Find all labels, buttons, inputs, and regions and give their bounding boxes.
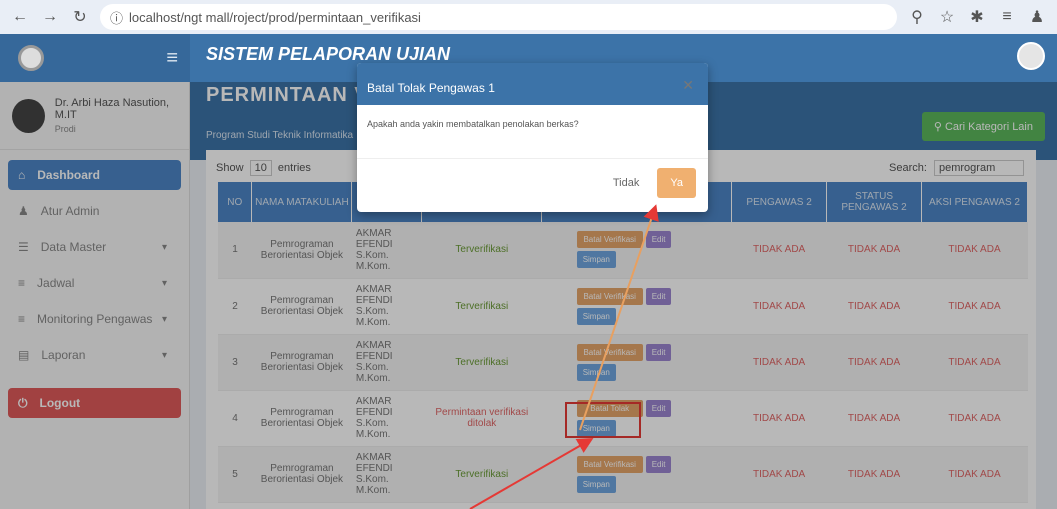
zoom-icon[interactable]: ⚲	[907, 7, 927, 27]
cancel-button[interactable]: Tidak	[603, 169, 650, 197]
forward-icon[interactable]: →	[40, 8, 60, 26]
modal-body: Apakah anda yakin membatalkan penolakan …	[357, 105, 708, 159]
address-bar[interactable]: ⓘ localhost/ngt mall/roject/prod/permint…	[100, 4, 897, 30]
modal-header: Batal Tolak Pengawas 1 ✕	[357, 63, 708, 105]
profile-icon[interactable]: ♟	[1027, 7, 1047, 27]
star-icon[interactable]: ☆	[937, 7, 957, 27]
header-avatar[interactable]	[1017, 42, 1045, 70]
reading-list-icon[interactable]: ≡	[997, 8, 1017, 26]
menu-toggle-icon[interactable]: ≡	[166, 47, 178, 70]
browser-toolbar: ← → ↻ ⓘ localhost/ngt mall/roject/prod/p…	[0, 0, 1057, 34]
extensions-icon[interactable]: ✱	[967, 7, 987, 27]
reload-icon[interactable]: ↻	[70, 7, 90, 27]
app-title: SISTEM PELAPORAN UJIAN	[206, 44, 451, 64]
logo-icon	[18, 45, 44, 71]
close-icon[interactable]: ✕	[682, 77, 694, 94]
confirm-modal: Batal Tolak Pengawas 1 ✕ Apakah anda yak…	[357, 63, 708, 212]
modal-title: Batal Tolak Pengawas 1	[367, 81, 495, 95]
confirm-button[interactable]: Ya	[657, 168, 696, 198]
back-icon[interactable]: ←	[10, 8, 30, 26]
info-icon: ⓘ	[110, 10, 124, 26]
url-text: localhost/ngt mall/roject/prod/permintaa…	[129, 9, 421, 25]
modal-footer: Tidak Ya	[603, 168, 696, 198]
logo-area: ≡	[0, 34, 190, 82]
